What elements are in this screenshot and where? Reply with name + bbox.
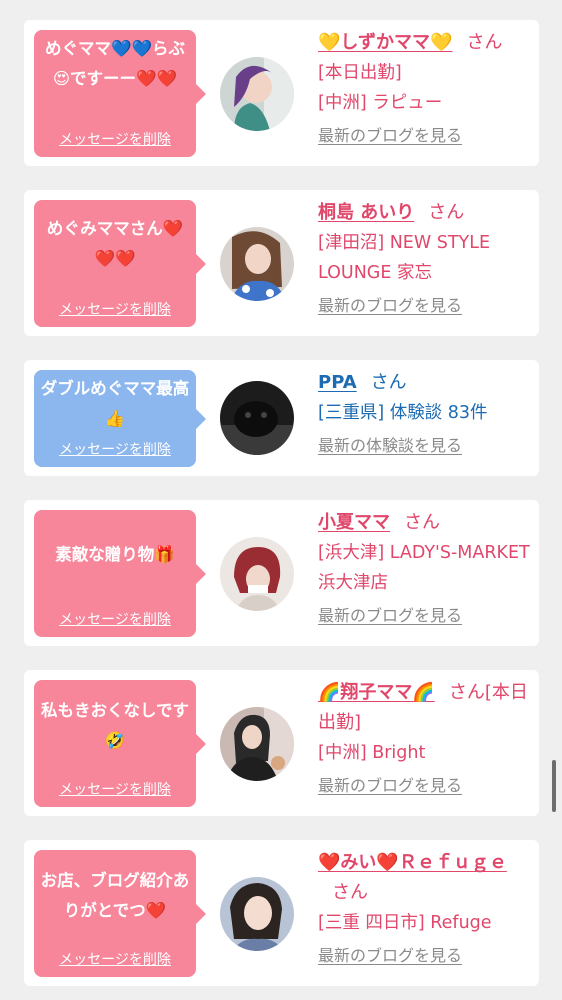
delete-message-link[interactable]: メッセージを削除	[34, 439, 196, 459]
message-bubble: お店、ブログ紹介ありがとでつ❤️ メッセージを削除	[34, 850, 206, 977]
latest-review-link[interactable]: 最新の体験談を見る	[318, 436, 462, 455]
sender-name-link[interactable]: ❤️みい❤️Ｒｅｆｕｇｅ	[318, 852, 507, 873]
sender-info: 🌈翔子ママ🌈 さん[本日出勤] [中洲] Bright 最新のブログを見る	[318, 678, 533, 798]
latest-blog-link[interactable]: 最新のブログを見る	[318, 606, 462, 625]
latest-blog-link[interactable]: 最新のブログを見る	[318, 126, 462, 145]
review-info: [三重県] 体験談 83件	[318, 403, 488, 423]
shop-info: [三重 四日市] Refuge	[318, 913, 492, 933]
sender-name-link[interactable]: 💛しずかママ💛	[318, 32, 452, 53]
honorific: さん	[466, 32, 503, 53]
avatar[interactable]	[220, 57, 294, 131]
message-text: ダブルめぐママ最高👍	[40, 379, 190, 428]
message-bubble: ダブルめぐママ最高👍 メッセージを削除	[34, 370, 206, 467]
latest-blog-link[interactable]: 最新のブログを見る	[318, 296, 462, 315]
delete-message-link[interactable]: メッセージを削除	[34, 779, 196, 799]
scrollbar[interactable]	[552, 760, 556, 812]
avatar[interactable]	[220, 707, 294, 781]
message-card: めぐママ💙💙らぶ😍ですーー❤️❤️ メッセージを削除 💛しずかママ💛 さん [本日…	[24, 20, 539, 166]
sender-name-link[interactable]: 桐島 あいり	[318, 202, 414, 223]
shop-info: [浜大津] LADY'S-MARKET 浜大津店	[318, 543, 530, 593]
delete-message-link[interactable]: メッセージを削除	[34, 609, 196, 629]
honorific: さん	[332, 882, 368, 903]
message-text: めぐママ💙💙らぶ😍ですーー❤️❤️	[44, 39, 186, 88]
sender-info: 小夏ママ さん [浜大津] LADY'S-MARKET 浜大津店 最新のブログを見…	[318, 508, 533, 628]
honorific: さん	[370, 372, 407, 393]
message-text: 私もきおくなしです🤣	[40, 701, 189, 750]
delete-message-link[interactable]: メッセージを削除	[34, 129, 196, 149]
sender-name-link[interactable]: 小夏ママ	[318, 512, 390, 533]
sender-name-link[interactable]: 🌈翔子ママ🌈	[318, 682, 435, 703]
honorific: さん	[428, 202, 465, 223]
shop-info: [中洲] Bright	[318, 743, 426, 763]
latest-blog-link[interactable]: 最新のブログを見る	[318, 946, 462, 965]
shop-info: [津田沼] NEW STYLE LOUNGE 家忘	[318, 233, 491, 283]
sender-info: PPA さん [三重県] 体験談 83件 最新の体験談を見る	[318, 368, 533, 458]
message-bubble: 私もきおくなしです🤣 メッセージを削除	[34, 680, 206, 807]
message-bubble: めぐママ💙💙らぶ😍ですーー❤️❤️ メッセージを削除	[34, 30, 206, 157]
message-card: 素敵な贈り物🎁 メッセージを削除 小夏ママ さん [浜大津] LADY'S-MAR…	[24, 500, 539, 646]
avatar[interactable]	[220, 381, 294, 455]
message-card: お店、ブログ紹介ありがとでつ❤️ メッセージを削除 ❤️みい❤️Ｒｅｆｕｇｅ さん…	[24, 840, 539, 986]
message-card: 私もきおくなしです🤣 メッセージを削除 🌈翔子ママ🌈 さん[本日出勤] [中洲] …	[24, 670, 539, 816]
message-text: お店、ブログ紹介ありがとでつ❤️	[40, 871, 190, 920]
work-status: [本日出勤]	[318, 63, 402, 83]
message-card: ダブルめぐママ最高👍 メッセージを削除 PPA さん [三重県] 体験談 83件 …	[24, 360, 539, 476]
delete-message-link[interactable]: メッセージを削除	[34, 949, 196, 969]
shop-info: [中洲] ラピュー	[318, 93, 443, 113]
message-list-page: めぐママ💙💙らぶ😍ですーー❤️❤️ メッセージを削除 💛しずかママ💛 さん [本日…	[0, 0, 562, 1000]
sender-info: 💛しずかママ💛 さん [本日出勤] [中洲] ラピュー 最新のブログを見る	[318, 28, 533, 148]
avatar[interactable]	[220, 877, 294, 951]
message-text: 素敵な贈り物🎁	[55, 545, 175, 564]
latest-blog-link[interactable]: 最新のブログを見る	[318, 776, 462, 795]
sender-info: 桐島 あいり さん [津田沼] NEW STYLE LOUNGE 家忘 最新のブロ…	[318, 198, 533, 318]
message-card: めぐみママさん❤️❤️❤️ メッセージを削除 桐島 あいり さん [津田沼] NE…	[24, 190, 539, 336]
sender-info: ❤️みい❤️Ｒｅｆｕｇｅ さん [三重 四日市] Refuge 最新のブログを見る	[318, 848, 533, 968]
avatar[interactable]	[220, 537, 294, 611]
message-text: めぐみママさん❤️❤️❤️	[46, 219, 184, 268]
honorific: さん	[404, 512, 440, 533]
avatar[interactable]	[220, 227, 294, 301]
delete-message-link[interactable]: メッセージを削除	[34, 299, 196, 319]
message-bubble: 素敵な贈り物🎁 メッセージを削除	[34, 510, 206, 637]
message-bubble: めぐみママさん❤️❤️❤️ メッセージを削除	[34, 200, 206, 327]
sender-name-link[interactable]: PPA	[318, 372, 357, 393]
